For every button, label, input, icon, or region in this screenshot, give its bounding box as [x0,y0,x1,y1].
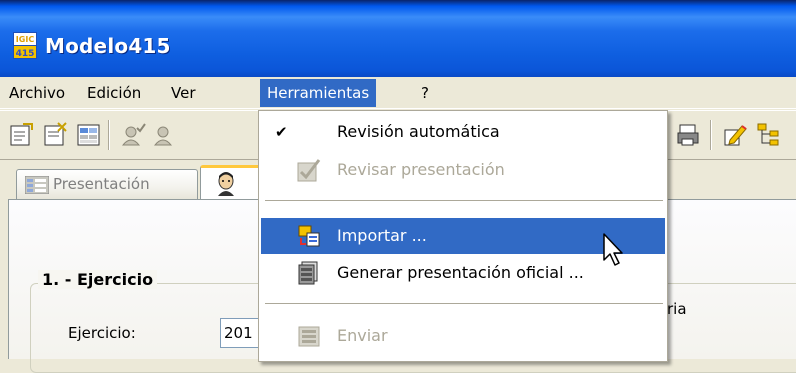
toolbar-separator [108,120,110,150]
partial-label: ria [667,300,687,318]
menu-item-revision-automatica[interactable]: ✔ Revisión automática [261,114,665,150]
user-remove-icon[interactable] [152,122,178,148]
window-title: Modelo415 [45,34,171,58]
svg-text:415: 415 [16,49,35,59]
menu-bar: Archivo Edición Ver Herramientas ? [0,77,796,109]
menu-separator [265,200,663,202]
menu-herramientas[interactable]: Herramientas [260,79,377,107]
printer-icon[interactable] [676,122,702,148]
menu-edicion[interactable]: Edición [80,79,148,107]
checkmark-icon: ✔ [275,123,288,141]
tree-structure-icon[interactable] [756,122,782,148]
svg-text:IGIC: IGIC [16,35,35,44]
title-bar[interactable]: IGIC 415 Modelo415 [0,0,796,77]
menu-item-label: Enviar [337,326,388,345]
user-check-icon[interactable] [120,122,146,148]
import-icon [298,225,320,247]
person-icon [218,172,234,196]
menu-item-label: Importar ... [337,226,427,245]
menu-item-label: Revisar presentación [337,160,505,179]
new-document-icon[interactable] [8,122,34,148]
menu-help[interactable]: ? [414,79,436,107]
new-document-2-icon[interactable] [42,122,68,148]
toolbar-separator-2 [710,120,712,150]
menu-item-revisar-presentacion[interactable]: Revisar presentación [261,152,665,188]
generate-document-icon [298,261,318,285]
send-icon [298,326,320,347]
menu-item-label: Generar presentación oficial ... [337,263,584,282]
review-check-icon [297,159,321,182]
menu-item-enviar[interactable]: Enviar [261,318,665,354]
mouse-pointer-icon [603,233,623,266]
form-grid-icon[interactable] [76,122,102,148]
ejercicio-label: Ejercicio: [68,324,136,342]
menu-ver[interactable]: Ver [164,79,203,107]
menu-separator-2 [265,303,663,305]
group-title: 1. - Ejercicio [38,270,158,289]
presentation-tab-icon [25,176,49,194]
menu-item-label: Revisión automática [337,122,500,141]
tab-presentacion-label: Presentación [53,175,150,193]
menu-archivo[interactable]: Archivo [2,79,72,107]
tab-presentacion[interactable]: Presentación [16,169,198,200]
edit-pencil-icon[interactable] [722,122,748,148]
app-logo-icon: IGIC 415 [13,32,37,59]
